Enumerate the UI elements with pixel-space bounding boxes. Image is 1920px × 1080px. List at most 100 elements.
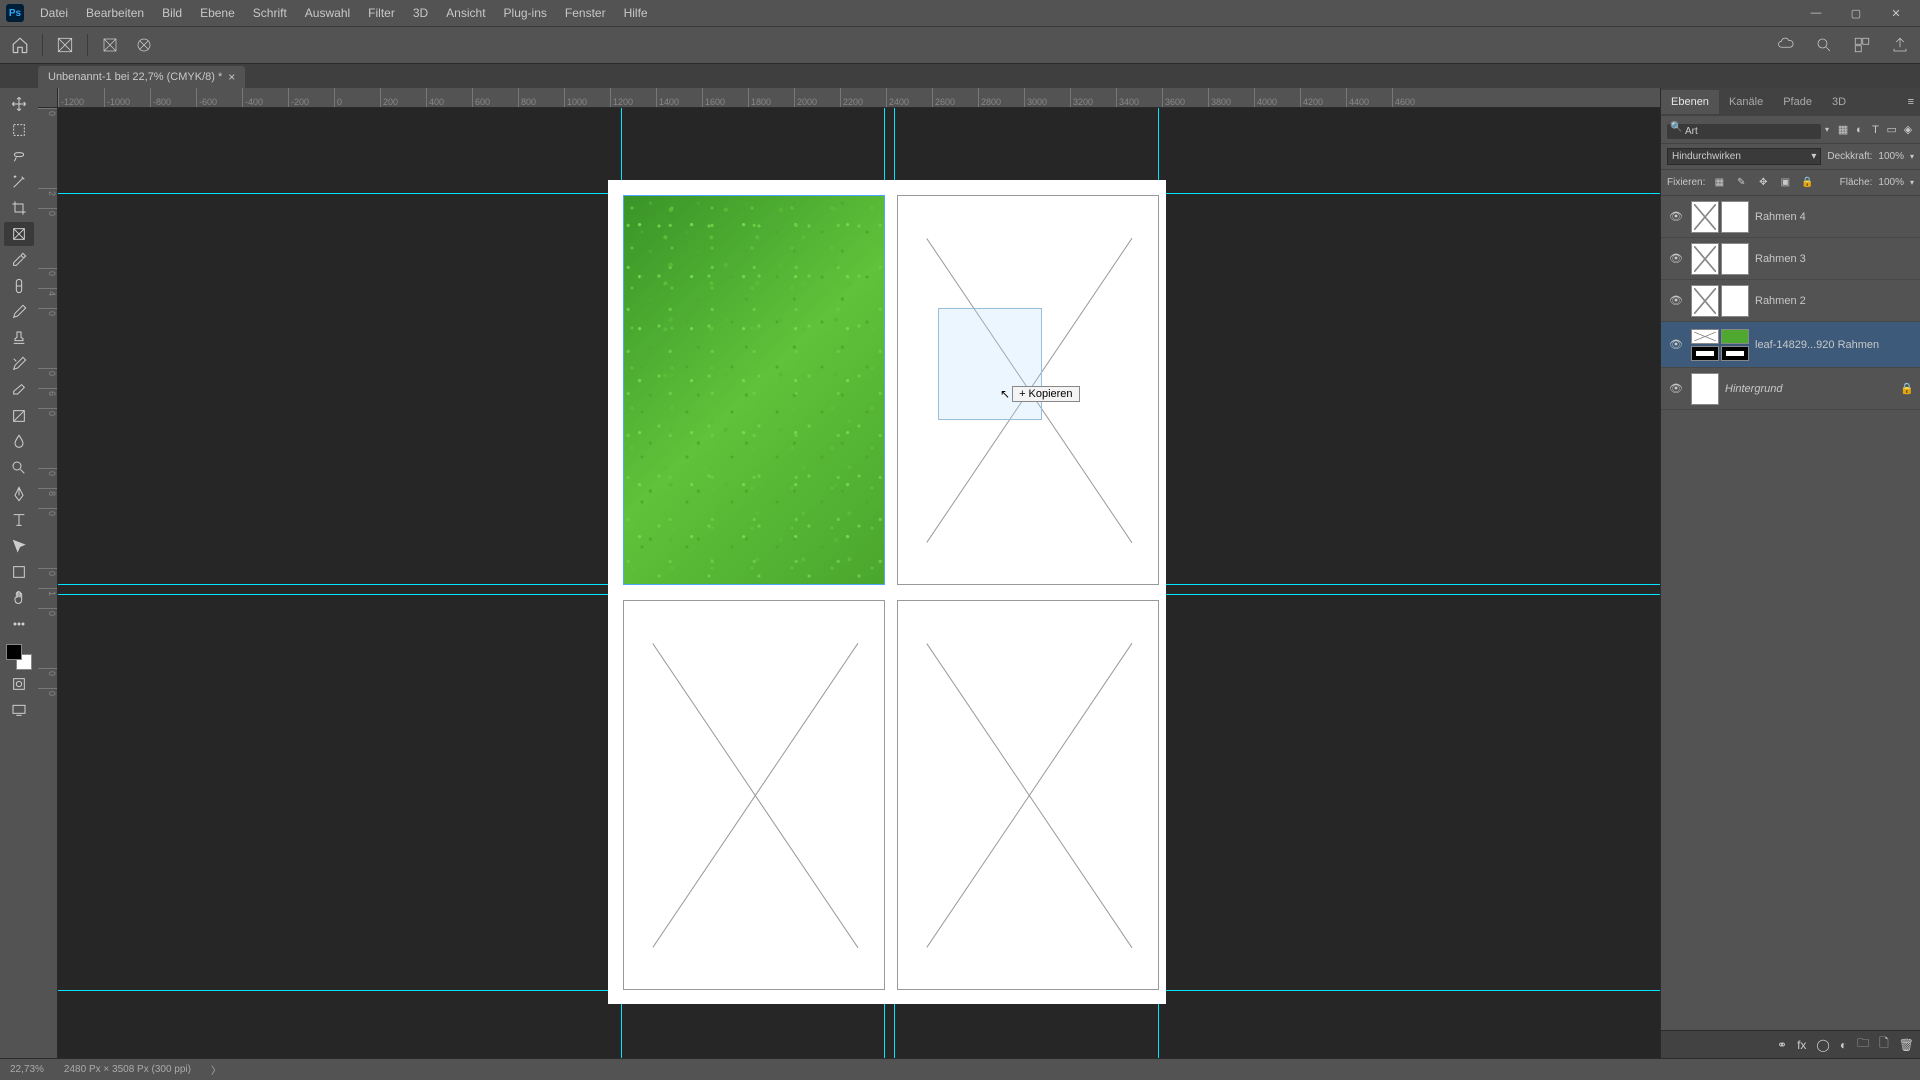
layer-thumb-icon[interactable] [1691,373,1719,405]
layer-row[interactable]: 👁 Rahmen 4 [1661,196,1920,238]
visibility-eye-icon[interactable]: 👁 [1667,382,1685,395]
frame-3[interactable] [623,600,885,990]
window-minimize[interactable]: — [1798,3,1834,23]
adjustment-icon[interactable]: ◐ [1840,1038,1847,1052]
brush-tool[interactable] [4,300,34,324]
layer-row[interactable]: 👁 Hintergrund 🔒 [1661,368,1920,410]
window-close[interactable]: ✕ [1878,3,1914,23]
shape-tool[interactable] [4,560,34,584]
canvas-stage[interactable]: ↖ +Kopieren [58,108,1660,1058]
status-zoom[interactable]: 22,73% [10,1064,44,1075]
ruler-vertical[interactable]: 02004006008001000 [38,108,58,1058]
mask-thumb-icon[interactable] [1691,346,1719,361]
layer-kind-filter[interactable] [1667,124,1821,139]
ruler-horizontal[interactable]: -1200-1000-800-600-400-20002004006008001… [58,88,1660,108]
frame-tool[interactable] [4,222,34,246]
frame-tool-icon[interactable] [53,33,77,57]
menu-window[interactable]: Fenster [557,2,614,24]
new-layer-icon[interactable]: 🗋 [1879,1034,1889,1055]
cloud-docs-icon[interactable] [1774,33,1798,57]
share-icon[interactable] [1888,33,1912,57]
filter-type-icon[interactable]: T [1869,121,1881,139]
type-tool[interactable] [4,508,34,532]
frame-thumb-icon[interactable] [1691,285,1719,317]
pen-tool[interactable] [4,482,34,506]
hand-tool[interactable] [4,586,34,610]
blur-tool[interactable] [4,430,34,454]
link-layers-icon[interactable]: ⚭ [1777,1038,1787,1052]
layer-name[interactable]: leaf-14829...920 Rahmen [1755,339,1914,351]
move-tool[interactable] [4,92,34,116]
frame-rect-icon[interactable] [98,33,122,57]
filter-pixel-icon[interactable]: ▦ [1837,121,1849,139]
stamp-tool[interactable] [4,326,34,350]
frame-ellipse-icon[interactable] [132,33,156,57]
more-tools[interactable] [4,612,34,636]
canvas-area[interactable]: -1200-1000-800-600-400-20002004006008001… [38,88,1660,1058]
lock-artboard-icon[interactable]: ▣ [1777,175,1793,191]
status-chevron-icon[interactable]: 〉 [211,1062,221,1077]
visibility-eye-icon[interactable]: 👁 [1667,210,1685,223]
menu-view[interactable]: Ansicht [438,2,493,24]
menu-image[interactable]: Bild [154,2,190,24]
artboard[interactable] [608,180,1166,1004]
search-icon[interactable] [1812,33,1836,57]
content-thumb-icon[interactable] [1721,243,1749,275]
menu-3d[interactable]: 3D [405,2,436,24]
eraser-tool[interactable] [4,378,34,402]
layer-name[interactable]: Rahmen 2 [1755,295,1914,307]
workspace-icon[interactable] [1850,33,1874,57]
frame-4[interactable] [897,600,1159,990]
menu-filter[interactable]: Filter [360,2,403,24]
window-maximize[interactable]: ▢ [1838,3,1874,23]
chevron-down-icon[interactable]: ▾ [1910,178,1914,187]
lasso-tool[interactable] [4,144,34,168]
menu-layer[interactable]: Ebene [192,2,243,24]
visibility-eye-icon[interactable]: 👁 [1667,252,1685,265]
filter-smart-icon[interactable]: ◈ [1902,121,1914,139]
filter-adjust-icon[interactable]: ◐ [1853,121,1865,139]
layer-name[interactable]: Rahmen 4 [1755,211,1914,223]
tab-paths[interactable]: Pfade [1773,90,1822,114]
fill-value[interactable]: 100% [1878,177,1904,188]
opacity-value[interactable]: 100% [1878,151,1904,162]
dodge-tool[interactable] [4,456,34,480]
layer-name[interactable]: Hintergrund [1725,383,1894,395]
fx-icon[interactable]: fx [1797,1038,1806,1052]
panel-menu-icon[interactable]: ≡ [1902,96,1920,108]
image-thumb-icon[interactable] [1721,329,1749,344]
visibility-eye-icon[interactable]: 👁 [1667,294,1685,307]
menu-type[interactable]: Schrift [245,2,295,24]
menu-help[interactable]: Hilfe [616,2,656,24]
close-icon[interactable]: × [228,70,235,84]
path-select-tool[interactable] [4,534,34,558]
tab-layers[interactable]: Ebenen [1661,90,1719,114]
color-swatches[interactable] [6,644,32,670]
marquee-tool[interactable] [4,118,34,142]
lock-icon[interactable]: 🔒 [1900,382,1914,395]
lock-transparency-icon[interactable]: ▦ [1711,175,1727,191]
content-thumb-icon[interactable] [1721,285,1749,317]
home-icon[interactable] [8,33,32,57]
chevron-down-icon[interactable]: ▾ [1825,125,1829,134]
visibility-eye-icon[interactable]: 👁 [1667,338,1685,351]
chevron-down-icon[interactable]: ▾ [1910,152,1914,161]
frame-thumb-icon[interactable] [1691,329,1719,344]
tab-channels[interactable]: Kanäle [1719,90,1773,114]
mask-icon[interactable]: ◯ [1816,1038,1829,1052]
menu-file[interactable]: Datei [32,2,76,24]
layer-row[interactable]: 👁Rahmen 3 [1661,238,1920,280]
menu-select[interactable]: Auswahl [297,2,358,24]
frame-thumb-icon[interactable] [1691,201,1719,233]
menu-edit[interactable]: Bearbeiten [78,2,152,24]
layer-row[interactable]: 👁 leaf-14829...920 Rahmen [1661,322,1920,368]
healing-tool[interactable] [4,274,34,298]
delete-icon[interactable]: 🗑 [1899,1038,1914,1052]
frame-thumb-icon[interactable] [1691,243,1719,275]
ruler-origin[interactable] [38,88,58,108]
content-thumb-icon[interactable] [1721,201,1749,233]
blend-mode-select[interactable]: Hindurchwirken▾ [1667,148,1821,165]
lock-position-icon[interactable]: ✥ [1755,175,1771,191]
group-icon[interactable]: 🗀 [1857,1034,1869,1055]
tab-3d[interactable]: 3D [1822,90,1856,114]
